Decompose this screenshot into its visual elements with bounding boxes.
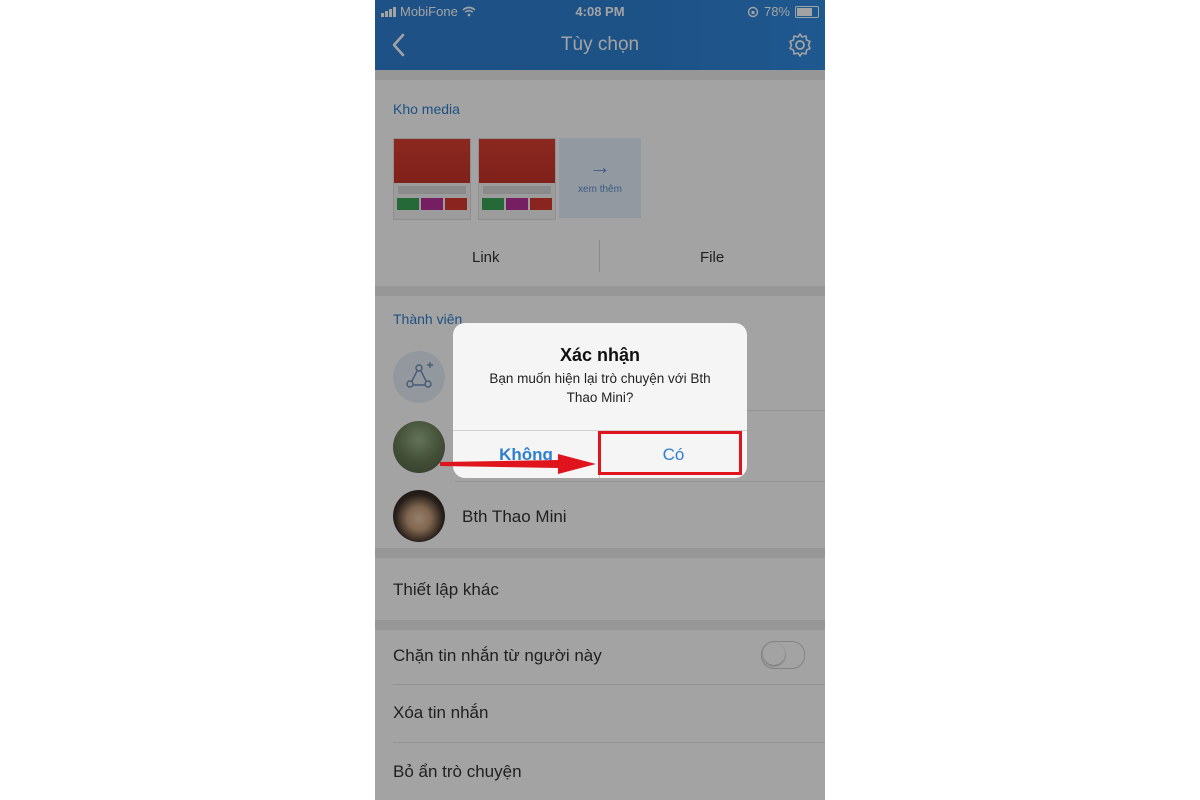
highlight-box xyxy=(598,431,742,475)
arrow-right-icon xyxy=(440,454,596,474)
dialog-message: Bạn muốn hiện lại trò chuyện với Bth Tha… xyxy=(489,371,711,405)
dialog-title: Xác nhận xyxy=(559,345,641,365)
phone-screen: MobiFone 4:08 PM 78% Tùy chọn Kho media … xyxy=(375,0,825,800)
